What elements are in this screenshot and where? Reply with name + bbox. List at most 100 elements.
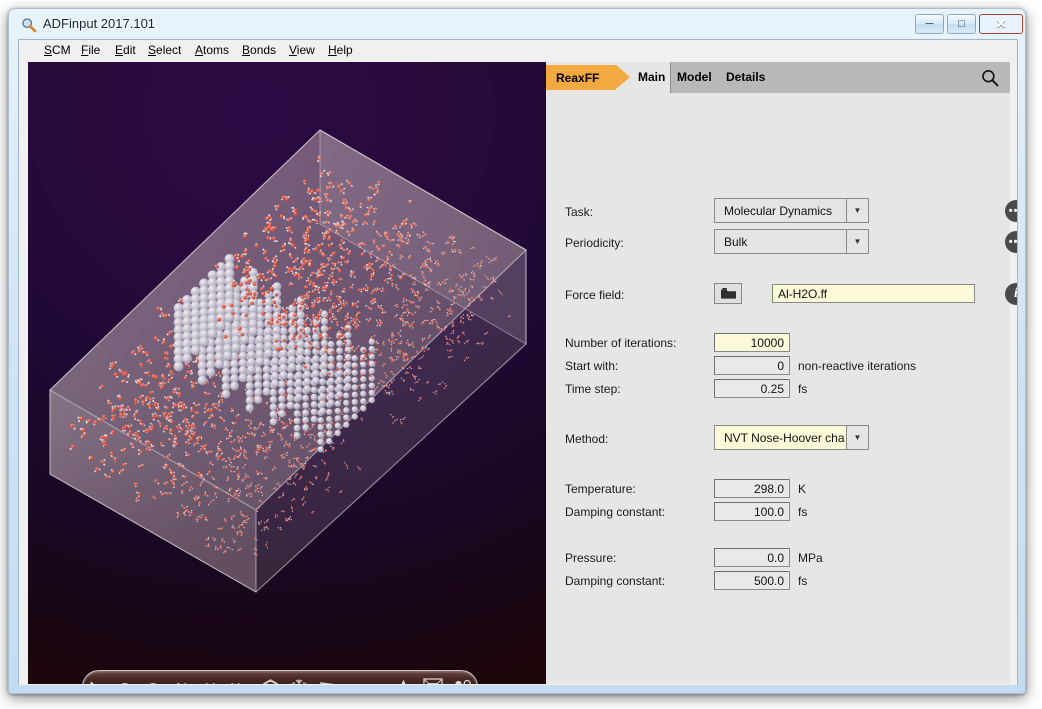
time-step-input[interactable]: 0.25: [714, 379, 790, 398]
close-button[interactable]: ✕: [979, 14, 1023, 34]
force-field-info-button[interactable]: i: [1005, 283, 1018, 305]
letter-n-icon: N: [176, 680, 187, 685]
title-bar[interactable]: ADFinput 2017.101 ─ □ ✕: [9, 9, 1025, 41]
molecule-viewport[interactable]: C O N H X: [28, 62, 546, 684]
menu-select-mnemonic: S: [148, 43, 157, 57]
temp-damping-label: Damping constant:: [565, 505, 666, 519]
minimize-icon: ─: [925, 18, 934, 30]
menu-scm[interactable]: SCM: [42, 43, 73, 59]
ellipsis-icon: •••: [1008, 236, 1018, 248]
start-with-unit: non-reactive iterations: [798, 359, 917, 373]
nitrogen-tool[interactable]: N: [167, 673, 196, 685]
menu-bar: SCM File Edit Select Atoms Bonds View He…: [19, 40, 1017, 62]
box-tool[interactable]: [418, 673, 448, 684]
four-dots-icon: [455, 679, 471, 684]
menu-edit[interactable]: Edit: [113, 43, 138, 59]
menu-view[interactable]: View: [287, 43, 317, 59]
menu-select[interactable]: Select: [146, 43, 183, 59]
magnifier-app-icon: [22, 18, 37, 33]
method-value: NVT Nose-Hoover cha: [724, 430, 845, 445]
pressure-label: Pressure:: [565, 551, 617, 565]
menu-atoms[interactable]: Atoms: [193, 43, 231, 59]
periodicity-chevron-down-icon[interactable]: ▼: [846, 230, 868, 253]
task-value: Molecular Dynamics: [724, 203, 833, 218]
hexagon-ring-icon: [263, 679, 279, 684]
start-with-label: Start with:: [565, 359, 619, 373]
select-cursor-tool[interactable]: [83, 673, 110, 684]
cube-box-icon: [423, 678, 443, 684]
time-step-unit: fs: [798, 382, 808, 396]
pressure-unit: MPa: [798, 551, 823, 565]
tab-model[interactable]: Model: [677, 70, 712, 84]
menu-help-label: elp: [336, 43, 353, 57]
menu-bonds-mnemonic: B: [242, 43, 251, 57]
periodicity-dropdown[interactable]: Bulk ▼: [714, 229, 869, 254]
task-dropdown[interactable]: Molecular Dynamics ▼: [714, 198, 869, 223]
client-area: SCM File Edit Select Atoms Bonds View He…: [18, 39, 1018, 685]
parallelogram-plane-icon: [319, 682, 334, 684]
form-area: Task: Molecular Dynamics ▼ ••• Periodici…: [546, 93, 1017, 684]
temp-damping-input[interactable]: 100.0: [714, 502, 790, 521]
info-icon: i: [1014, 286, 1018, 301]
search-icon[interactable]: [980, 68, 1000, 88]
periodicity-value: Bulk: [724, 234, 748, 249]
tab-strip: ReaxFF Main Model Details: [546, 62, 1010, 94]
pressure-damping-label: Damping constant:: [565, 574, 666, 588]
method-label: Method:: [565, 432, 609, 446]
window-title: ADFinput 2017.101: [43, 16, 156, 31]
menu-bonds-label: onds: [250, 43, 277, 57]
snowflake-icon: [291, 679, 308, 684]
tab-main[interactable]: Main: [638, 70, 665, 84]
temperature-unit: K: [798, 482, 807, 496]
temperature-input[interactable]: 298.0: [714, 479, 790, 498]
menu-scm-label: CM: [52, 43, 71, 57]
pressure-input[interactable]: 0.0: [714, 548, 790, 567]
pressure-damping-input[interactable]: 500.0: [714, 571, 790, 590]
ring-tool[interactable]: [256, 673, 285, 684]
cell-face-front: [49, 129, 527, 593]
plane-tool[interactable]: [314, 673, 346, 684]
ellipsis-icon: •••: [1008, 205, 1018, 217]
atoms-dots-tool[interactable]: [448, 673, 477, 684]
menu-file[interactable]: File: [79, 43, 102, 59]
force-field-browse-button[interactable]: [714, 283, 742, 304]
iterations-input[interactable]: 10000: [714, 333, 790, 352]
menu-edit-label: dit: [123, 43, 136, 57]
letter-h-icon: H: [205, 680, 216, 685]
menu-select-label: elect: [156, 43, 182, 57]
start-with-input[interactable]: 0: [714, 356, 790, 375]
menu-atoms-label: toms: [203, 43, 230, 57]
menu-file-label: ile: [88, 43, 101, 57]
reaxff-tag-label: ReaxFF: [556, 70, 600, 85]
carbon-tool[interactable]: C: [110, 673, 139, 685]
menu-help[interactable]: Help: [326, 43, 355, 59]
favorites-tool[interactable]: [389, 673, 418, 684]
hydrogen-tool[interactable]: H: [196, 673, 225, 685]
close-icon: ✕: [995, 16, 1007, 31]
crystal-tool[interactable]: [285, 673, 314, 684]
letter-o-icon: O: [147, 680, 159, 685]
reaxff-program-tag[interactable]: ReaxFF: [546, 65, 630, 90]
minimize-button[interactable]: ─: [915, 14, 944, 34]
time-step-label: Time step:: [565, 382, 621, 396]
periodicity-more-button[interactable]: •••: [1005, 231, 1018, 253]
iterations-label: Number of iterations:: [565, 336, 677, 350]
task-more-button[interactable]: •••: [1005, 200, 1018, 222]
task-chevron-down-icon[interactable]: ▼: [846, 199, 868, 222]
menu-scm-mnemonic: S: [44, 43, 53, 57]
star-icon: [401, 679, 406, 684]
maximize-button[interactable]: □: [947, 14, 976, 34]
viewport-toolbar[interactable]: C O N H X: [82, 670, 478, 684]
oxygen-tool[interactable]: O: [139, 673, 168, 685]
menu-bonds[interactable]: Bonds: [240, 43, 278, 59]
method-dropdown[interactable]: NVT Nose-Hoover cha ▼: [714, 425, 869, 450]
force-field-input[interactable]: Al-H2O.ff: [772, 284, 975, 303]
force-field-label: Force field:: [565, 288, 625, 302]
settings-panel: ReaxFF Main Model Details Task: Molecula…: [546, 62, 1017, 684]
temperature-label: Temperature:: [565, 482, 636, 496]
method-chevron-down-icon[interactable]: ▼: [846, 426, 868, 449]
other-element-tool[interactable]: X: [224, 673, 256, 685]
tab-details[interactable]: Details: [726, 70, 765, 84]
menu-atoms-mnemonic: A: [195, 43, 204, 57]
menu-view-label: iew: [296, 43, 315, 57]
